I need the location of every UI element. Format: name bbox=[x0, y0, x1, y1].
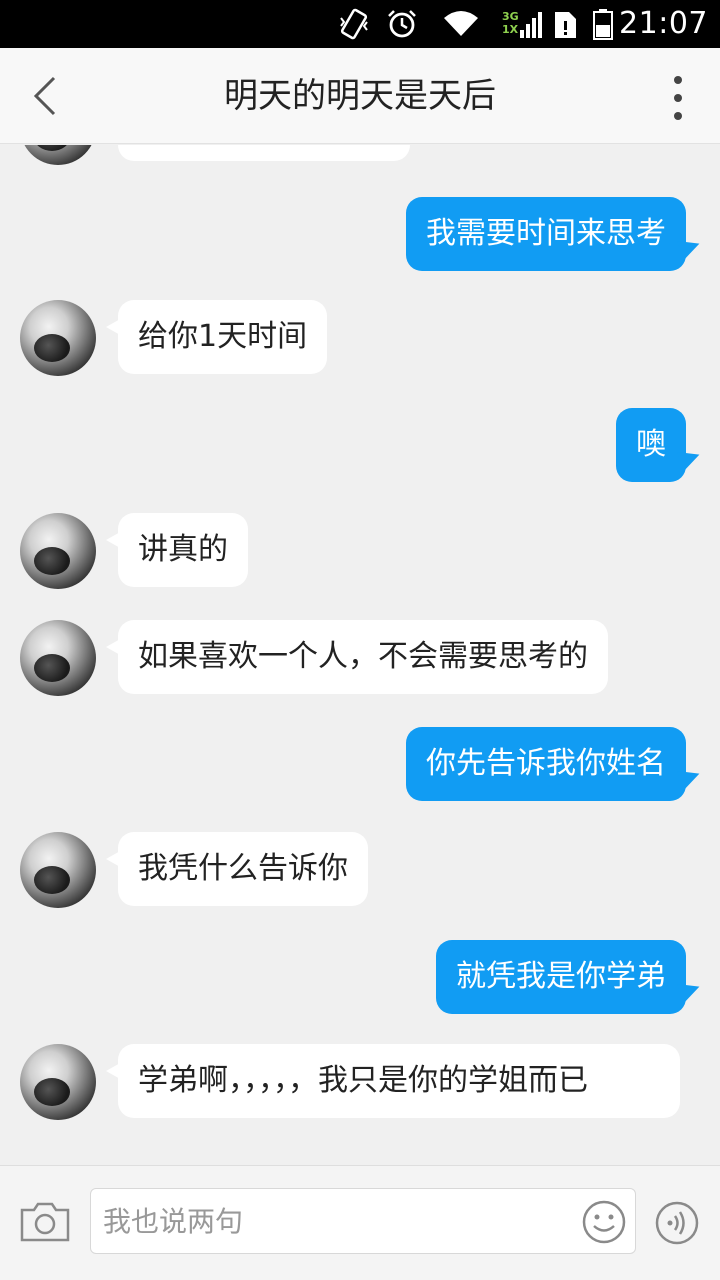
message-received[interactable]: 讲真的 bbox=[106, 513, 248, 587]
status-bar: 3G 1X 21:07 bbox=[0, 0, 720, 48]
status-time: 21:07 bbox=[619, 6, 708, 41]
message-input-box[interactable] bbox=[90, 1188, 636, 1254]
contact-avatar[interactable] bbox=[20, 620, 96, 696]
alarm-icon bbox=[388, 10, 416, 38]
voice-icon[interactable] bbox=[654, 1200, 700, 1246]
contact-avatar[interactable] bbox=[20, 300, 96, 376]
contact-avatar[interactable] bbox=[20, 145, 96, 165]
message-sent[interactable]: 就凭我是你学弟 bbox=[436, 940, 686, 1014]
emoji-icon[interactable] bbox=[581, 1199, 627, 1245]
sim-alert-icon bbox=[555, 12, 576, 38]
camera-icon[interactable] bbox=[18, 1200, 72, 1244]
vibrate-icon bbox=[340, 8, 368, 40]
message-received[interactable]: 学弟啊，，，，，我只是你的学姐而已 bbox=[106, 1044, 680, 1118]
message-received[interactable]: 如果喜欢一个人，不会需要思考的 bbox=[106, 620, 608, 694]
message-received[interactable]: 我凭什么告诉你 bbox=[106, 832, 368, 906]
network-type: 3G 1X bbox=[502, 10, 519, 36]
contact-avatar[interactable] bbox=[20, 513, 96, 589]
message-input[interactable] bbox=[103, 1197, 573, 1245]
contact-avatar[interactable] bbox=[20, 1044, 96, 1120]
input-bar bbox=[0, 1165, 720, 1280]
wifi-icon bbox=[444, 11, 478, 36]
message-sent[interactable]: 噢 bbox=[616, 408, 686, 482]
message-sent[interactable]: 你先告诉我你姓名 bbox=[406, 727, 686, 801]
contact-avatar[interactable] bbox=[20, 832, 96, 908]
message-list[interactable]: 我需要时间来思考 给你1天时间 噢 讲真的 如果喜欢一个人，不会需要思考的 你先… bbox=[0, 145, 720, 1165]
back-arrow-icon[interactable] bbox=[22, 70, 74, 122]
more-vertical-icon[interactable] bbox=[658, 70, 698, 126]
chat-header: 明天的明天是天后 bbox=[0, 48, 720, 144]
message-sent[interactable]: 我需要时间来思考 bbox=[406, 197, 686, 271]
chat-title: 明天的明天是天后 bbox=[224, 76, 496, 116]
message-received[interactable] bbox=[118, 145, 410, 161]
message-received[interactable]: 给你1天时间 bbox=[105, 300, 328, 374]
signal-icon bbox=[520, 12, 542, 38]
battery-icon bbox=[593, 9, 613, 40]
